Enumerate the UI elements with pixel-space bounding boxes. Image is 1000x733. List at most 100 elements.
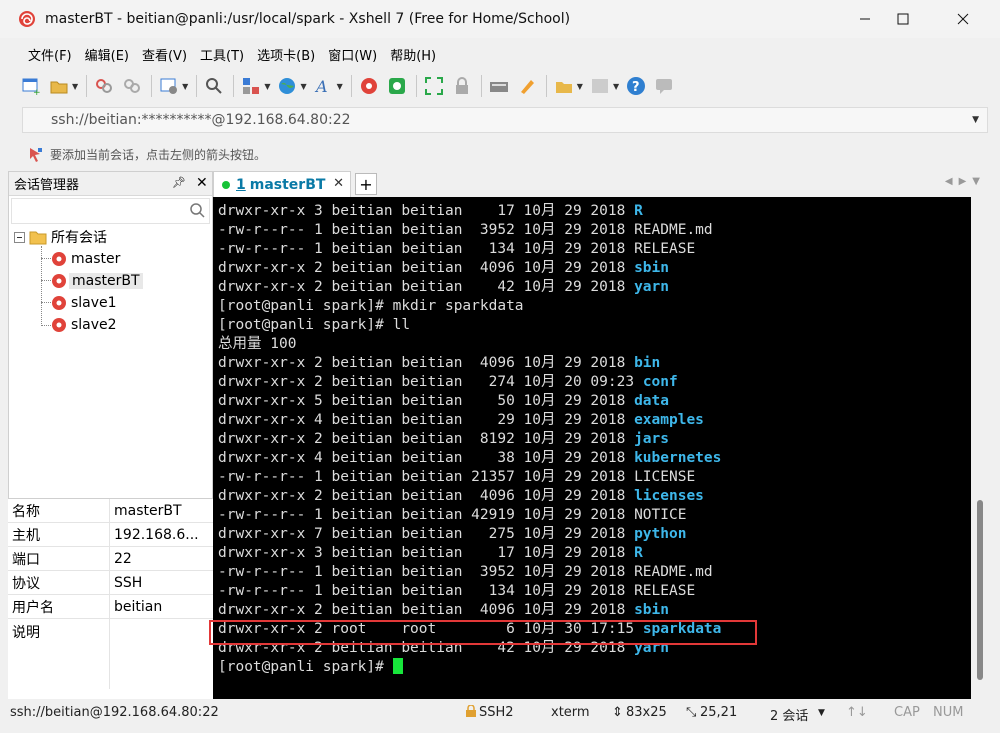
properties-dropdown-icon[interactable]: ▼ bbox=[182, 82, 188, 91]
keyboard-button[interactable] bbox=[488, 75, 510, 97]
property-key: 端口 bbox=[8, 547, 110, 570]
menu-view[interactable]: 查看(V) bbox=[142, 45, 187, 64]
menu-tabs[interactable]: 选项卡(B) bbox=[257, 45, 315, 64]
close-tab-icon[interactable]: ✕ bbox=[333, 176, 344, 191]
arrow-bookmark-icon[interactable] bbox=[28, 146, 44, 162]
layout-dropdown-icon[interactable]: ▼ bbox=[264, 82, 270, 91]
menu-bar: 文件(F) 编辑(E) 查看(V) 工具(T) 选项卡(B) 窗口(W) 帮助(… bbox=[10, 40, 990, 68]
terminal-line-text: -rw-r--r-- 1 beitian beitian 42919 10月 2… bbox=[218, 507, 687, 523]
layout-button[interactable] bbox=[240, 75, 262, 97]
disconnect-button[interactable] bbox=[121, 75, 143, 97]
menu-tools[interactable]: 工具(T) bbox=[200, 45, 244, 64]
find-button[interactable] bbox=[203, 75, 225, 97]
search-icon[interactable] bbox=[189, 202, 205, 218]
pin-icon[interactable]: 📌︎ bbox=[172, 176, 186, 189]
terminal-dir-name: conf bbox=[642, 374, 678, 390]
terminal-line: 总用量 100 bbox=[218, 335, 971, 354]
window-layout-dropdown-icon[interactable]: ▼ bbox=[613, 82, 619, 91]
tree-root-all-sessions[interactable]: 所有会话 bbox=[14, 227, 107, 247]
tab-masterbt[interactable]: 1 masterBT ✕ bbox=[213, 171, 351, 197]
scrollbar-thumb[interactable] bbox=[977, 500, 983, 680]
new-folder-button[interactable] bbox=[553, 75, 575, 97]
terminal-line-text: drwxr-xr-x 2 beitian beitian 4096 10月 29… bbox=[218, 602, 635, 618]
tree-session-label: masterBT bbox=[69, 273, 143, 289]
tree-line bbox=[41, 325, 51, 326]
open-dropdown-icon[interactable]: ▼ bbox=[72, 82, 78, 91]
property-value: 192.168.6... bbox=[114, 526, 199, 543]
keyboard-icon bbox=[489, 82, 508, 92]
address-dropdown-icon[interactable]: ▼ bbox=[972, 115, 979, 125]
property-key: 用户名 bbox=[8, 595, 110, 618]
ssh-lock-icon bbox=[465, 704, 477, 721]
folder-dropdown-icon[interactable]: ▼ bbox=[577, 82, 583, 91]
terminal-dir-name: sbin bbox=[634, 602, 669, 618]
terminal-scrollbar[interactable] bbox=[971, 197, 990, 699]
chat-button[interactable] bbox=[653, 75, 675, 97]
window-layout-button[interactable] bbox=[589, 75, 611, 97]
xshell-button[interactable] bbox=[358, 75, 380, 97]
status-sessions[interactable]: 2 会话 bbox=[770, 705, 808, 724]
close-icon bbox=[957, 13, 969, 25]
add-tab-button[interactable]: + bbox=[355, 173, 377, 195]
maximize-icon bbox=[897, 13, 909, 25]
terminal-line-text: drwxr-xr-x 2 beitian beitian 274 10月 20 … bbox=[218, 374, 643, 390]
tree-session-slave1[interactable]: slave1 bbox=[51, 293, 117, 313]
property-key: 名称 bbox=[8, 499, 110, 522]
tree-root-label: 所有会话 bbox=[51, 230, 107, 246]
terminal-line-text: drwxr-xr-x 2 beitian beitian 42 10月 29 2… bbox=[218, 279, 635, 295]
address-bar[interactable]: ssh://beitian:**********@192.168.64.80:2… bbox=[22, 107, 988, 133]
terminal-line: drwxr-xr-x 2 beitian beitian 42 10月 29 2… bbox=[218, 278, 971, 297]
open-button[interactable] bbox=[48, 75, 70, 97]
lock-button[interactable] bbox=[451, 75, 473, 97]
new-session-button[interactable]: + bbox=[20, 75, 42, 97]
menu-window[interactable]: 窗口(W) bbox=[328, 45, 377, 64]
xftp-button[interactable] bbox=[386, 75, 408, 97]
terminal-line-text: drwxr-xr-x 2 beitian beitian 8192 10月 29… bbox=[218, 431, 635, 447]
highlight-button[interactable] bbox=[516, 75, 538, 97]
font-button[interactable]: A bbox=[313, 75, 335, 97]
connected-status-icon bbox=[222, 180, 230, 189]
new-session-icon: + bbox=[22, 78, 41, 96]
status-caps: CAP bbox=[894, 705, 920, 720]
collapse-icon[interactable] bbox=[14, 231, 25, 243]
status-connection: ssh://beitian@192.168.64.80:22 bbox=[10, 705, 219, 720]
menu-file[interactable]: 文件(F) bbox=[28, 45, 72, 64]
terminal-line: drwxr-xr-x 2 beitian beitian 4096 10月 29… bbox=[218, 354, 971, 373]
tree-line bbox=[41, 258, 51, 259]
terminal-line-text: [root@panli spark]# bbox=[218, 659, 393, 675]
menu-edit[interactable]: 编辑(E) bbox=[85, 45, 129, 64]
reconnect-button[interactable] bbox=[93, 75, 115, 97]
tree-session-masterbt[interactable]: masterBT bbox=[51, 271, 143, 291]
help-button[interactable]: ? bbox=[625, 75, 647, 97]
tab-navigation-icons[interactable]: ◀▶▼ bbox=[945, 176, 986, 187]
xftp-icon bbox=[388, 78, 405, 94]
sessions-dropdown-icon[interactable]: ▼ bbox=[818, 708, 825, 718]
tree-session-label: slave2 bbox=[71, 317, 117, 333]
close-panel-icon[interactable]: ✕ bbox=[196, 175, 208, 191]
menu-help[interactable]: 帮助(H) bbox=[390, 45, 436, 64]
fullscreen-button[interactable] bbox=[423, 75, 445, 97]
terminal-line-text: drwxr-xr-x 4 beitian beitian 38 10月 29 2… bbox=[218, 450, 635, 466]
font-icon: A bbox=[314, 77, 328, 96]
properties-button[interactable] bbox=[158, 75, 180, 97]
scroll-arrows-icon[interactable]: ↑↓ bbox=[846, 705, 868, 720]
terminal-line: -rw-r--r-- 1 beitian beitian 134 10月 29 … bbox=[218, 240, 971, 259]
property-key: 主机 bbox=[8, 523, 110, 546]
font-dropdown-icon[interactable]: ▼ bbox=[337, 82, 343, 91]
globe-button[interactable] bbox=[276, 75, 298, 97]
properties-icon bbox=[160, 78, 178, 94]
toolbar-separator bbox=[480, 75, 482, 97]
maximize-button[interactable] bbox=[880, 0, 926, 38]
tree-session-slave2[interactable]: slave2 bbox=[51, 315, 117, 335]
terminal-line: drwxr-xr-x 3 beitian beitian 17 10月 29 2… bbox=[218, 202, 971, 221]
close-window-button[interactable] bbox=[940, 0, 986, 38]
folder-open-icon bbox=[50, 81, 68, 94]
session-icon bbox=[52, 274, 66, 288]
terminal-line-text: drwxr-xr-x 2 beitian beitian 4096 10月 29… bbox=[218, 355, 635, 371]
globe-dropdown-icon[interactable]: ▼ bbox=[300, 82, 306, 91]
terminal-dir-name: jars bbox=[634, 431, 669, 447]
search-icon bbox=[206, 78, 223, 94]
disconnect-icon bbox=[124, 79, 141, 93]
session-search-input[interactable] bbox=[11, 198, 210, 224]
tree-session-master[interactable]: master bbox=[51, 249, 120, 269]
